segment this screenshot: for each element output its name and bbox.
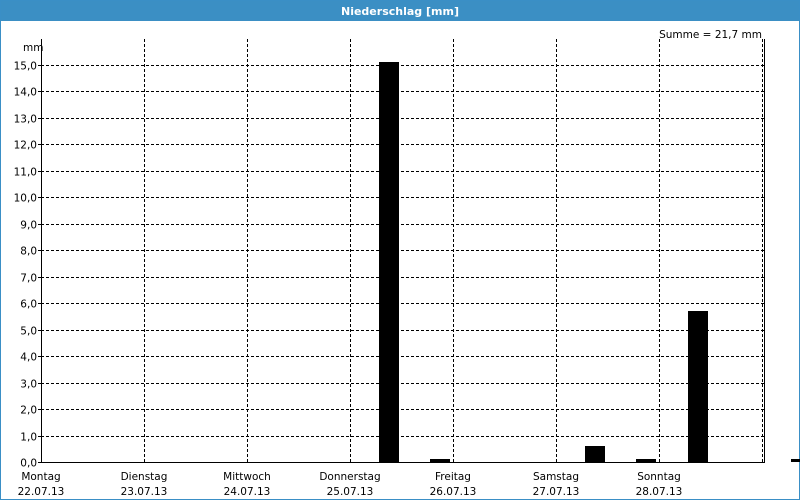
sum-label: Summe = 21,7 mm: [659, 29, 762, 41]
y-tick-label: 13,0: [14, 114, 37, 126]
y-tick-label: 12,0: [14, 140, 37, 152]
day-name-label: Sonntag: [637, 471, 681, 483]
y-tick-label: 2,0: [20, 405, 37, 417]
day-date-label: 24.07.13: [224, 486, 271, 498]
day-date-label: 26.07.13: [430, 486, 477, 498]
y-unit-label: mm: [23, 42, 43, 54]
y-tick-label: 5,0: [20, 326, 37, 338]
day-name-label: Dienstag: [121, 471, 168, 483]
y-tick-label: 7,0: [20, 273, 37, 285]
bar: [430, 459, 450, 462]
day-date-label: 23.07.13: [121, 486, 168, 498]
y-tick-label: 8,0: [20, 246, 37, 258]
day-date-label: 28.07.13: [636, 486, 683, 498]
day-date-label: 25.07.13: [327, 486, 374, 498]
day-date-label: 27.07.13: [533, 486, 580, 498]
bar: [791, 459, 800, 462]
y-tick-label: 15,0: [14, 61, 37, 73]
day-name-label: Montag: [21, 471, 60, 483]
y-tick-label: 0,0: [20, 458, 37, 470]
y-tick-label: 10,0: [14, 193, 37, 205]
y-tick-label: 1,0: [20, 432, 37, 444]
bar: [379, 62, 399, 462]
y-tick-label: 6,0: [20, 299, 37, 311]
day-name-label: Mittwoch: [223, 471, 271, 483]
y-tick-label: 9,0: [20, 220, 37, 232]
day-date-label: 22.07.13: [18, 486, 65, 498]
y-tick-label: 14,0: [14, 87, 37, 99]
precipitation-chart: 0,0 1,0 2,0 3,0 4,0 5,0 6,0 7,0 8,0 9,0 10,0 11,0 12…: [14, 29, 800, 498]
day-name-label: Samstag: [533, 471, 579, 483]
bar: [636, 459, 656, 462]
chart-window: Niederschlag [mm] 0,0 1,0 2,0 3,0 4,0 5,0 6,0 7…: [0, 0, 800, 500]
y-tick-label: 4,0: [20, 352, 37, 364]
day-name-label: Donnerstag: [319, 471, 380, 483]
bar: [688, 311, 708, 462]
y-tick-label: 3,0: [20, 379, 37, 391]
day-name-label: Freitag: [435, 471, 471, 483]
y-tick-label: 11,0: [14, 167, 37, 179]
bar: [585, 446, 605, 462]
